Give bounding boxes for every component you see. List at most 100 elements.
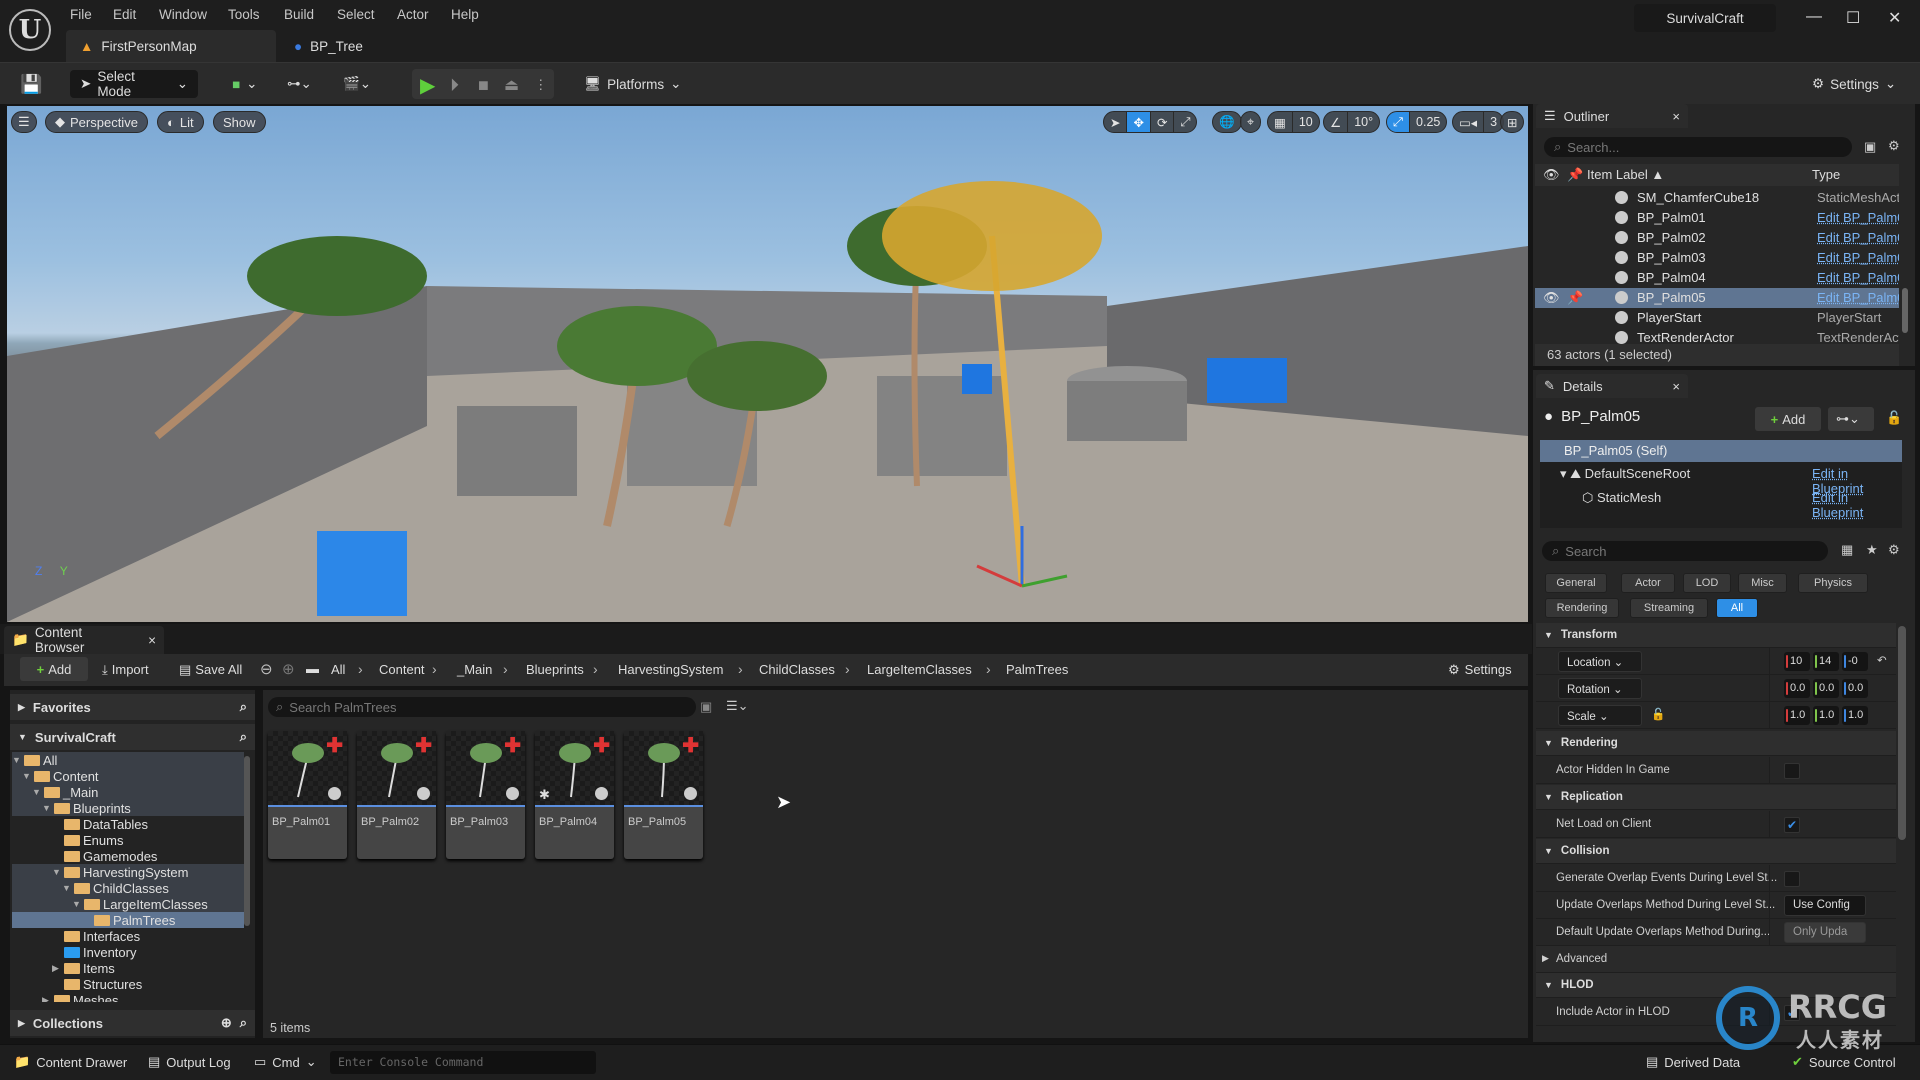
folder-datatables[interactable]: DataTables [12, 816, 244, 832]
step-icon[interactable]: ⏵ [450, 71, 459, 99]
visibility-icon[interactable]: 👁 [1543, 167, 1560, 183]
outliner-row[interactable]: BP_Palm01 Edit BP_Palm01 [1535, 208, 1899, 228]
platforms-dropdown[interactable]: 🖥 Platforms ⌄ [584, 70, 681, 98]
reset-icon[interactable]: ↶ [1877, 653, 1887, 667]
blueprint-menu-icon[interactable]: ⊶⌄ [287, 70, 312, 98]
column-type[interactable]: Type [1812, 167, 1840, 182]
folder-structures[interactable]: Structures [12, 976, 244, 992]
advanced-row[interactable]: ▶ Advanced [1536, 946, 1896, 973]
console-input[interactable]: Enter Console Command [330, 1051, 596, 1074]
menu-file[interactable]: File [70, 7, 92, 22]
table-view-icon[interactable]: ▦ [1841, 542, 1853, 558]
lock-icon[interactable]: 🔓 [1886, 410, 1902, 426]
add-button[interactable]: + Add [20, 657, 88, 681]
outliner-row[interactable]: SM_ChamferCube18 StaticMeshActor [1535, 188, 1899, 208]
asset-tile[interactable]: ✚ BP_Palm05 [624, 731, 703, 859]
cb-settings-button[interactable]: ⚙ Settings [1448, 662, 1512, 678]
asset-tile[interactable]: ✚ BP_Palm01 [268, 731, 347, 859]
save-search-icon[interactable]: ▣ [700, 699, 712, 715]
outliner-row[interactable]: BP_Palm02 Edit BP_Palm02 [1535, 228, 1899, 248]
details-tab[interactable]: ✎ Details × [1536, 374, 1688, 398]
rotation-dropdown[interactable]: Rotation ⌄ [1558, 678, 1642, 699]
cmd-dropdown[interactable]: ▭ Cmd ⌄ [254, 1054, 317, 1070]
scale-dropdown[interactable]: Scale ⌄ [1558, 705, 1642, 726]
project-section[interactable]: ▼ SurvivalCraft ⌕ [10, 724, 255, 750]
actor-type[interactable]: Edit BP_Palm03 [1817, 250, 1899, 265]
outliner-row[interactable]: PlayerStart PlayerStart [1535, 308, 1899, 328]
location-y[interactable]: 14 [1813, 652, 1839, 671]
chevron-right-icon[interactable]: ▶ [52, 963, 64, 974]
layout-button[interactable]: ⊞ [1500, 111, 1525, 133]
level-viewport[interactable]: ☰ ◆ Perspective ◐ Lit Show ➤ ✥ ⟳ ⤢ 🌐 ⌖ ▦ 10… [7, 106, 1528, 622]
tree-scrollbar[interactable] [244, 756, 250, 926]
asset-search-input[interactable]: ⌕ Search PalmTrees [268, 697, 696, 717]
filter-rendering[interactable]: Rendering [1545, 598, 1619, 618]
scale-z[interactable]: 1.0 [1842, 706, 1868, 725]
location-z[interactable]: -0 [1842, 652, 1868, 671]
output-log-button[interactable]: ▤ Output Log [148, 1054, 231, 1070]
breadcrumb-palmtrees[interactable]: PalmTrees [1006, 662, 1068, 677]
folder-meshes[interactable]: ▶ Meshes [12, 992, 244, 1002]
category-transform[interactable]: ▼ Transform [1536, 623, 1896, 648]
rotation-z[interactable]: 0.0 [1842, 679, 1868, 698]
stop-icon[interactable]: ■ [478, 71, 489, 99]
menu-window[interactable]: Window [159, 7, 207, 22]
add-collection-icon[interactable]: ⊕ [221, 1015, 232, 1031]
breadcrumb-all[interactable]: All [331, 662, 345, 677]
outliner-row[interactable]: BP_Palm03 Edit BP_Palm03 [1535, 248, 1899, 268]
visibility-icon[interactable]: 👁 [1543, 290, 1560, 306]
import-button[interactable]: ⤓ Import [102, 662, 149, 678]
viewport-menu-button[interactable]: ☰ [11, 111, 37, 133]
menu-build[interactable]: Build [284, 7, 314, 22]
pin-icon[interactable]: 📌 [1567, 290, 1583, 306]
search-icon[interactable]: ⌕ [240, 699, 247, 715]
maximize-button[interactable]: ☐ [1846, 8, 1860, 28]
actor-type[interactable]: Edit BP_Palm01 [1817, 210, 1899, 225]
close-icon[interactable]: × [1672, 109, 1680, 124]
category-replication[interactable]: ▼ Replication [1536, 785, 1896, 810]
folder-main[interactable]: ▼ _Main [12, 784, 244, 800]
chevron-down-icon[interactable]: ▼ [32, 787, 44, 797]
perspective-button[interactable]: ◆ Perspective [45, 111, 148, 133]
scale-y[interactable]: 1.0 [1813, 706, 1839, 725]
breadcrumb-content[interactable]: Content [379, 662, 425, 677]
folder-all[interactable]: ▼ All [12, 752, 244, 768]
lit-button[interactable]: ◐ Lit [157, 111, 204, 133]
scale-x[interactable]: 1.0 [1784, 706, 1810, 725]
scale-tool-icon[interactable]: ⤢ [1174, 112, 1196, 132]
filter-physics[interactable]: Physics [1798, 573, 1868, 593]
location-dropdown[interactable]: Location ⌄ [1558, 651, 1642, 672]
chevron-down-icon[interactable]: ▼ [12, 755, 24, 765]
edit-in-blueprint-link[interactable]: Edit in Blueprint [1812, 490, 1902, 520]
menu-tools[interactable]: Tools [228, 7, 260, 22]
filter-actor[interactable]: Actor [1621, 573, 1675, 593]
outliner-row[interactable]: BP_Palm04 Edit BP_Palm04 [1535, 268, 1899, 288]
add-component-button[interactable]: + Add [1755, 407, 1821, 431]
net-load-checkbox[interactable]: ✔ [1784, 817, 1800, 833]
folder-childclasses[interactable]: ▼ ChildClasses [12, 880, 244, 896]
outliner-search-input[interactable]: ⌕ Search... [1544, 137, 1852, 157]
folder-inventory[interactable]: Inventory [12, 944, 244, 960]
column-item-label[interactable]: Item Label ▲ [1587, 167, 1664, 182]
play-icon[interactable]: ▶ [420, 71, 435, 99]
chevron-right-icon[interactable]: ▶ [42, 995, 54, 1003]
folder-items[interactable]: ▶ Items [12, 960, 244, 976]
filter-lod[interactable]: LOD [1683, 573, 1731, 593]
update-overlaps-dropdown[interactable]: Use Config ⌄ [1784, 895, 1866, 925]
content-browser-tab[interactable]: 📁 Content Browser × [4, 625, 164, 655]
eject-icon[interactable]: ⏏ [504, 71, 519, 99]
actor-type[interactable]: Edit BP_Palm02 [1817, 230, 1899, 245]
chevron-down-icon[interactable]: ▼ [42, 803, 54, 813]
surface-snap-toggle[interactable]: ⌖ [1240, 111, 1262, 133]
component-defaultsceneroot[interactable]: ▾ ⛰ DefaultSceneRoot [1560, 466, 1690, 482]
translate-tool-icon[interactable]: ✥ [1127, 112, 1151, 132]
more-options-icon[interactable]: ⋮ [534, 71, 548, 99]
filter-streaming[interactable]: Streaming [1630, 598, 1708, 618]
actor-type[interactable]: Edit BP_Palm05 [1817, 290, 1899, 305]
back-icon[interactable]: ⊖ [260, 660, 273, 678]
search-icon[interactable]: ⌕ [240, 1015, 247, 1031]
rotation-y[interactable]: 0.0 [1813, 679, 1839, 698]
filter-misc[interactable]: Misc [1738, 573, 1787, 593]
unreal-logo[interactable]: U [9, 9, 51, 51]
details-scrollbar[interactable] [1898, 626, 1906, 840]
